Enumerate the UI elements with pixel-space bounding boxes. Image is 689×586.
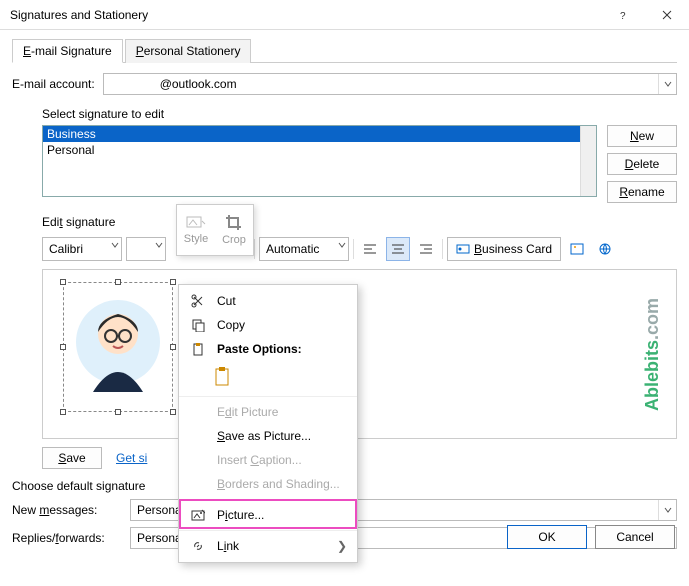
close-button[interactable] <box>645 0 689 30</box>
cancel-button[interactable]: Cancel <box>595 525 675 549</box>
new-button[interactable]: New <box>607 125 677 147</box>
ctx-borders-shading: Borders and Shading... <box>179 472 357 496</box>
email-account-value: @outlook.com <box>160 77 237 91</box>
chevron-down-icon <box>111 241 119 249</box>
help-button[interactable]: ? <box>601 0 645 30</box>
editor-toolbar: Calibri B I U Automatic Business Card <box>42 237 677 261</box>
signature-editor[interactable]: Jane Lee service Ablebits.com <box>42 269 677 439</box>
ctx-edit-picture: Edit Picture <box>179 400 357 424</box>
tabs: E-mail Signature Personal Stationery <box>12 38 677 63</box>
watermark: Ablebits.com <box>638 280 668 428</box>
align-center-button[interactable] <box>386 237 410 261</box>
font-color-select[interactable]: Automatic <box>259 237 349 261</box>
chevron-down-icon <box>338 241 346 249</box>
ctx-insert-caption: Insert Caption... <box>179 448 357 472</box>
insert-link-button[interactable] <box>593 237 617 261</box>
tab-label: Personal Stationery <box>136 44 241 58</box>
paste-icon <box>189 342 207 356</box>
crop-label: Crop <box>222 234 246 246</box>
new-messages-label: New messages: <box>12 503 122 517</box>
rename-button[interactable]: Rename <box>607 181 677 203</box>
copy-icon <box>189 318 207 332</box>
email-account-select[interactable]: @outlook.com <box>103 73 677 95</box>
avatar-image-selection[interactable] <box>63 282 173 412</box>
font-family-select[interactable]: Calibri <box>42 237 122 261</box>
picture-style-button[interactable]: Style <box>177 205 215 255</box>
card-icon <box>456 243 470 255</box>
insert-picture-button[interactable] <box>565 237 589 261</box>
list-item[interactable]: Personal <box>43 142 596 158</box>
tab-label: E-mail Signature <box>23 44 112 58</box>
edit-signature-label: Edit signature <box>42 215 677 229</box>
window-title: Signatures and Stationery <box>10 8 601 22</box>
picture-style-icon <box>185 215 207 231</box>
delete-button[interactable]: Delete <box>607 153 677 175</box>
svg-text:?: ? <box>620 11 626 20</box>
select-signature-label: Select signature to edit <box>42 107 677 121</box>
context-menu: Cut Copy Paste Options: Edit Picture Sav… <box>178 284 358 563</box>
tab-email-signature[interactable]: E-mail Signature <box>12 39 123 63</box>
align-right-button[interactable] <box>414 237 438 261</box>
ctx-copy[interactable]: Copy <box>179 313 357 337</box>
chevron-down-icon <box>155 241 163 249</box>
avatar-image <box>64 283 172 411</box>
ctx-picture[interactable]: Picture... <box>179 503 357 527</box>
ctx-paste-header: Paste Options: <box>179 337 357 361</box>
scrollbar[interactable] <box>580 126 596 196</box>
replies-label: Replies/forwards: <box>12 531 122 545</box>
color-value: Automatic <box>266 242 319 256</box>
signature-listbox[interactable]: Business Personal <box>42 125 597 197</box>
email-account-label: E-mail account: <box>12 77 95 91</box>
link-icon <box>189 539 207 553</box>
ctx-link[interactable]: Link ❯ <box>179 534 357 558</box>
style-label: Style <box>184 233 208 245</box>
format-picture-icon <box>189 508 207 522</box>
business-card-button[interactable]: Business Card <box>447 237 561 261</box>
list-item[interactable]: Business <box>43 126 596 142</box>
font-size-select[interactable] <box>126 237 166 261</box>
ctx-paste-option[interactable] <box>179 361 357 393</box>
chevron-down-icon <box>658 74 676 94</box>
tab-personal-stationery[interactable]: Personal Stationery <box>125 39 252 63</box>
dialog-footer: OK Cancel <box>507 525 675 549</box>
chevron-right-icon: ❯ <box>337 539 347 553</box>
crop-icon <box>225 214 243 232</box>
font-value: Calibri <box>49 242 83 256</box>
ctx-cut[interactable]: Cut <box>179 289 357 313</box>
titlebar: Signatures and Stationery ? <box>0 0 689 30</box>
ok-button[interactable]: OK <box>507 525 587 549</box>
align-left-button[interactable] <box>358 237 382 261</box>
ctx-save-as-picture[interactable]: Save as Picture... <box>179 424 357 448</box>
crop-button[interactable]: Crop <box>215 205 253 255</box>
clipboard-icon <box>213 366 233 388</box>
picture-mini-toolbar: Style Crop <box>176 204 254 256</box>
cut-icon <box>189 294 207 308</box>
get-templates-link[interactable]: Get si <box>116 451 147 465</box>
chevron-down-icon <box>658 500 676 520</box>
save-button[interactable]: Save <box>42 447 102 469</box>
